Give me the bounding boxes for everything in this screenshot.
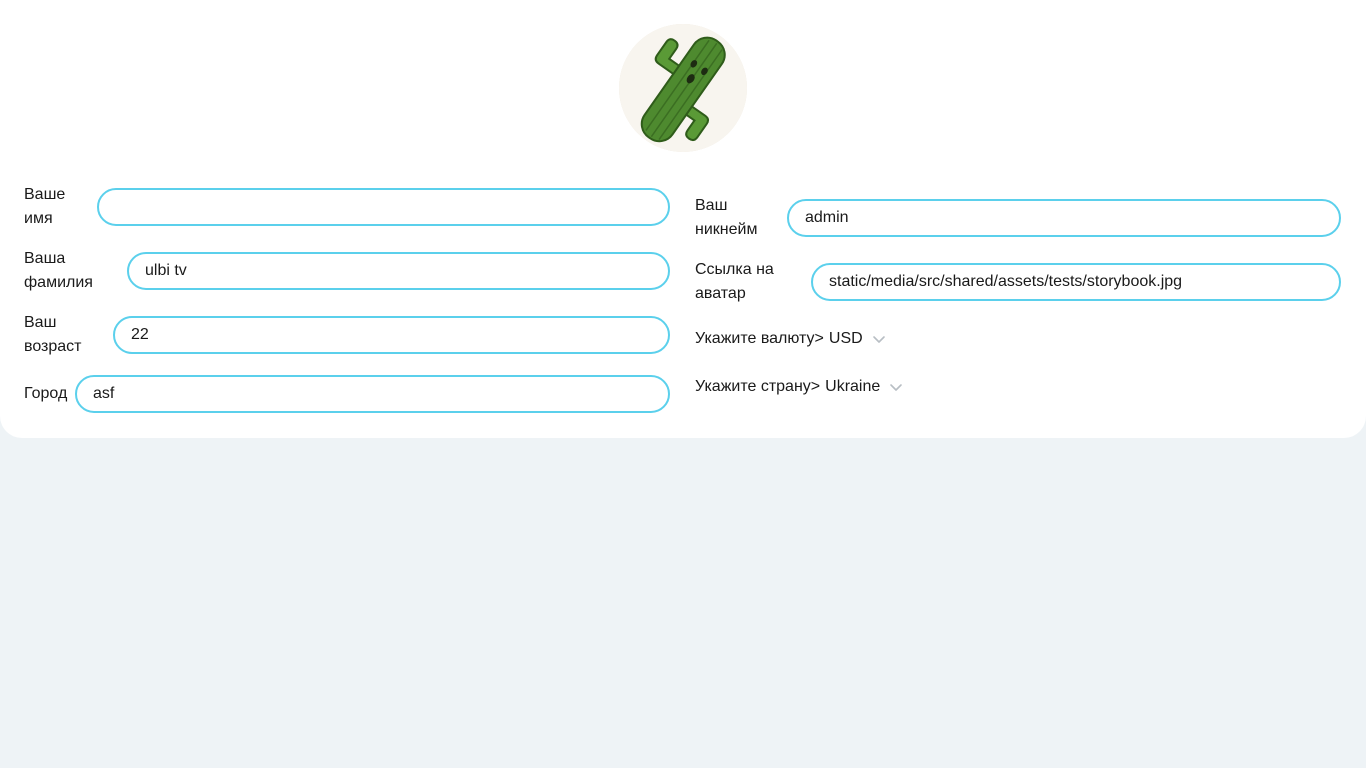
avatar-link-label: Ссылка на аватар [695,261,774,302]
currency-select[interactable]: Укажите валюту> USD [695,327,887,351]
avatar [619,24,747,152]
city-input[interactable] [75,375,670,413]
username-row: Ваш никнейм [695,194,1341,242]
currency-value: USD [828,330,863,347]
first-name-label: Ваше имя [24,186,66,227]
last-name-label: Ваша фамилия [24,250,93,291]
chevron-down-icon[interactable] [871,331,887,347]
age-input[interactable] [113,316,670,354]
avatar-link-input[interactable] [811,263,1341,301]
age-row: Ваш возраст [24,311,670,359]
username-input[interactable] [787,199,1341,237]
city-row: Город [24,370,670,418]
country-value: Ukraine [825,378,881,395]
last-name-row: Ваша фамилия [24,247,670,295]
username-label: Ваш никнейм [695,197,758,238]
city-label: Город [24,385,68,402]
last-name-input[interactable] [127,252,670,290]
age-label: Ваш возраст [24,314,82,355]
first-name-input[interactable] [97,188,670,226]
first-name-row: Ваше имя [24,183,670,231]
chevron-down-icon[interactable] [888,379,904,395]
country-select[interactable]: Укажите страну> Ukraine [695,375,904,399]
currency-label: Укажите валюту> [695,330,824,347]
avatar-link-row: Ссылка на аватар [695,258,1341,306]
cactus-avatar-icon [619,24,747,152]
country-label: Укажите страну> [695,378,821,395]
profile-card: Ваше имя Ваша фамилия Ваш возраст Город … [0,0,1366,438]
